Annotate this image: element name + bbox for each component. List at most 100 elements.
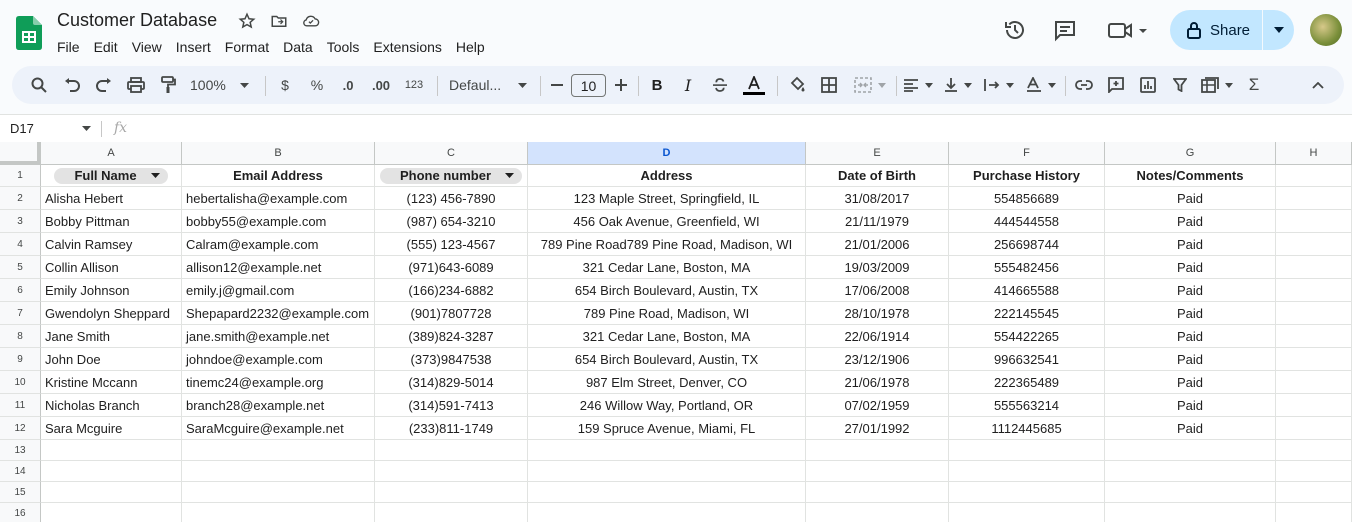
decrease-decimal-button[interactable]: .0 [337, 66, 359, 104]
table-cell[interactable]: Gwendolyn Sheppard [41, 302, 182, 325]
table-cell[interactable]: bobby55@example.com [182, 210, 375, 233]
table-cell[interactable]: johndoe@example.com [182, 348, 375, 371]
cell[interactable] [1276, 348, 1352, 371]
cell[interactable] [949, 440, 1105, 461]
cell[interactable] [1276, 461, 1352, 482]
filter-dropdown-icon[interactable] [150, 173, 160, 178]
column-header-b[interactable]: B [182, 142, 375, 165]
cell[interactable] [1276, 482, 1352, 503]
table-cell[interactable]: Collin Allison [41, 256, 182, 279]
menu-tools[interactable]: Tools [320, 37, 367, 57]
font-family-select[interactable]: Defaul... [449, 66, 527, 104]
cell[interactable] [806, 503, 949, 522]
table-cell[interactable]: 987 Elm Street, Denver, CO [528, 371, 806, 394]
decrease-font-size-button[interactable] [549, 66, 565, 104]
filter-dropdown-icon[interactable] [505, 173, 515, 178]
table-cell[interactable]: jane.smith@example.net [182, 325, 375, 348]
row-header[interactable]: 9 [0, 348, 41, 371]
table-cell[interactable]: Bobby Pittman [41, 210, 182, 233]
table-cell[interactable]: Paid [1105, 417, 1276, 440]
cell[interactable] [41, 503, 182, 522]
insert-comment-icon[interactable] [1104, 66, 1128, 104]
account-avatar[interactable] [1310, 14, 1342, 46]
caret-down-icon[interactable] [82, 126, 91, 131]
cloud-status-icon[interactable] [302, 12, 320, 30]
row-header[interactable]: 16 [0, 503, 41, 522]
cell[interactable] [1276, 302, 1352, 325]
menu-edit[interactable]: Edit [87, 37, 125, 57]
menu-file[interactable]: File [50, 37, 87, 57]
italic-button[interactable]: I [679, 66, 697, 104]
table-cell[interactable]: 27/01/1992 [806, 417, 949, 440]
strikethrough-icon[interactable] [710, 66, 730, 104]
table-cell[interactable]: (314)591-7413 [375, 394, 528, 417]
menu-help[interactable]: Help [449, 37, 492, 57]
row-header[interactable]: 4 [0, 233, 41, 256]
text-rotation-icon[interactable] [1024, 66, 1058, 104]
table-cell[interactable]: Calvin Ramsey [41, 233, 182, 256]
column-header-g[interactable]: G [1105, 142, 1276, 165]
table-cell[interactable]: 23/12/1906 [806, 348, 949, 371]
table-cell[interactable]: Paid [1105, 279, 1276, 302]
table-cell[interactable]: John Doe [41, 348, 182, 371]
cell[interactable] [1276, 503, 1352, 522]
column-header-h[interactable]: H [1276, 142, 1352, 165]
functions-icon[interactable]: Σ [1244, 66, 1264, 104]
table-cell[interactable]: 246 Willow Way, Portland, OR [528, 394, 806, 417]
insert-chart-icon[interactable] [1136, 66, 1160, 104]
cell[interactable] [41, 440, 182, 461]
table-cell[interactable]: 222145545 [949, 302, 1105, 325]
table-cell[interactable]: Calram@example.com [182, 233, 375, 256]
table-cell[interactable]: 789 Pine Road, Madison, WI [528, 302, 806, 325]
table-cell[interactable]: 654 Birch Boulevard, Austin, TX [528, 348, 806, 371]
cell[interactable] [1276, 187, 1352, 210]
share-dropdown-button[interactable] [1263, 10, 1294, 50]
cell[interactable] [949, 482, 1105, 503]
cell[interactable] [806, 482, 949, 503]
table-cell[interactable]: (901)7807728 [375, 302, 528, 325]
column-header-e[interactable]: E [806, 142, 949, 165]
increase-font-size-button[interactable] [613, 66, 629, 104]
table-cell[interactable]: 456 Oak Avenue, Greenfield, WI [528, 210, 806, 233]
cell[interactable] [949, 503, 1105, 522]
table-cell[interactable]: 256698744 [949, 233, 1105, 256]
font-size-input[interactable]: 10 [571, 74, 606, 97]
menu-extensions[interactable]: Extensions [366, 37, 448, 57]
increase-decimal-button[interactable]: .00 [368, 66, 394, 104]
table-cell[interactable]: 222365489 [949, 371, 1105, 394]
column-title-cell[interactable]: Phone number [375, 165, 528, 187]
cell[interactable] [806, 440, 949, 461]
table-cell[interactable]: Paid [1105, 371, 1276, 394]
borders-icon[interactable] [818, 66, 840, 104]
bold-button[interactable]: B [648, 66, 666, 104]
text-color-icon[interactable] [741, 66, 767, 104]
collapse-toolbar-icon[interactable] [1308, 66, 1328, 104]
select-all-corner[interactable] [0, 142, 41, 165]
table-cell[interactable]: 19/03/2009 [806, 256, 949, 279]
column-title-cell[interactable]: Notes/Comments [1105, 165, 1276, 187]
cell[interactable] [1276, 325, 1352, 348]
table-cell[interactable]: (987) 654-3210 [375, 210, 528, 233]
table-cell[interactable]: Jane Smith [41, 325, 182, 348]
menu-format[interactable]: Format [218, 37, 276, 57]
column-title-cell[interactable]: Date of Birth [806, 165, 949, 187]
cell[interactable] [1276, 394, 1352, 417]
document-title[interactable]: Customer Database [57, 10, 217, 31]
table-cell[interactable]: Paid [1105, 210, 1276, 233]
row-header[interactable]: 3 [0, 210, 41, 233]
cell[interactable] [375, 440, 528, 461]
column-header-d[interactable]: D [528, 142, 806, 165]
table-cell[interactable]: 21/06/1978 [806, 371, 949, 394]
cell[interactable] [528, 482, 806, 503]
table-cell[interactable]: 123 Maple Street, Springfield, IL [528, 187, 806, 210]
table-cell[interactable]: (389)824-3287 [375, 325, 528, 348]
table-cell[interactable]: 321 Cedar Lane, Boston, MA [528, 325, 806, 348]
cell[interactable] [375, 503, 528, 522]
table-cell[interactable]: 654 Birch Boulevard, Austin, TX [528, 279, 806, 302]
column-header-c[interactable]: C [375, 142, 528, 165]
table-cell[interactable]: Nicholas Branch [41, 394, 182, 417]
cell[interactable] [41, 461, 182, 482]
percent-format-button[interactable]: % [307, 66, 327, 104]
cell[interactable] [949, 461, 1105, 482]
cell[interactable] [375, 482, 528, 503]
